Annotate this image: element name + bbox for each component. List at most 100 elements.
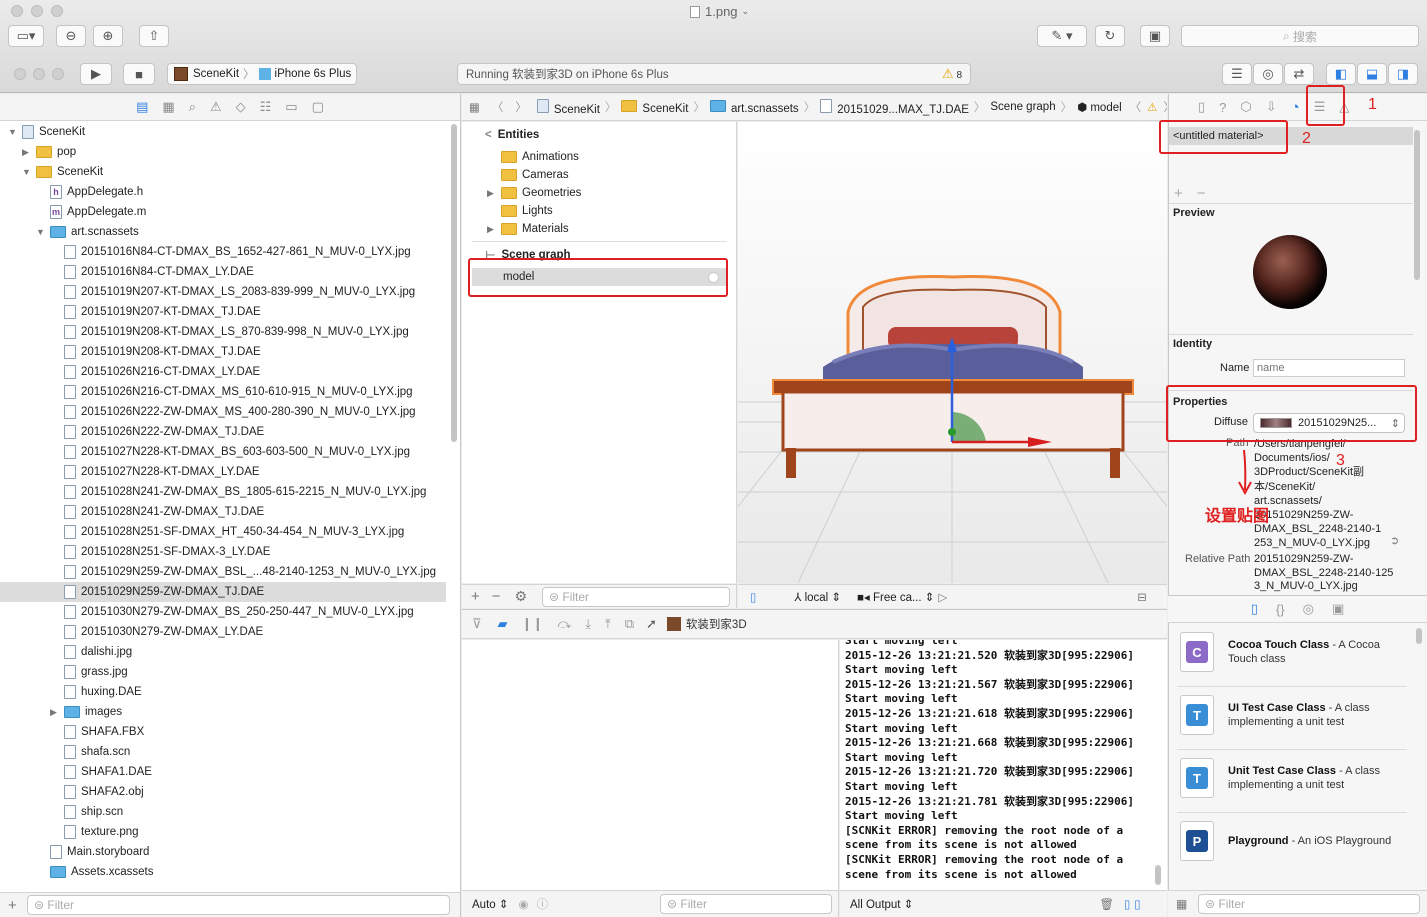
- scene-viewport[interactable]: [738, 122, 1167, 583]
- zoom-out-button[interactable]: ⊖: [56, 25, 86, 47]
- version-editor-button[interactable]: ⇄: [1284, 63, 1314, 85]
- assistant-editor-button[interactable]: ◎: [1253, 63, 1283, 85]
- info-icon[interactable]: ⓘ: [537, 896, 549, 912]
- toggle-utilities-button[interactable]: ◨: [1388, 63, 1418, 85]
- navigator-file[interactable]: ▼ SceneKit: [0, 122, 446, 142]
- find-tab-icon[interactable]: ⌕: [189, 99, 196, 115]
- navigator-file[interactable]: 20151028N251-SF-DMAX-3_LY.DAE: [0, 542, 446, 562]
- navigator-folder[interactable]: ▼ SceneKit: [0, 162, 446, 182]
- add-icon[interactable]: +: [8, 897, 17, 914]
- eye-icon[interactable]: ◉: [519, 897, 529, 911]
- zoom-in-button[interactable]: ⊕: [93, 25, 123, 47]
- breadcrumb-scene-graph[interactable]: Scene graph: [990, 101, 1055, 113]
- navigator-file[interactable]: m AppDelegate.m: [0, 202, 446, 222]
- navigator-file[interactable]: 20151028N251-SF-DMAX_HT_450-34-454_N_MUV…: [0, 522, 446, 542]
- disclosure-icon[interactable]: ▶: [22, 147, 32, 158]
- library-scrollbar[interactable]: [1416, 628, 1422, 644]
- help-inspector-icon[interactable]: ?: [1219, 100, 1226, 115]
- object-library-icon[interactable]: ◎: [1303, 601, 1314, 617]
- step-out-icon[interactable]: ⤒: [605, 616, 611, 632]
- variables-scope-select[interactable]: Auto ⇕: [472, 897, 509, 911]
- prev-issue-icon[interactable]: 〈: [1130, 99, 1142, 115]
- rotate-button[interactable]: ↻: [1095, 25, 1125, 47]
- test-tab-icon[interactable]: ◇: [236, 99, 246, 115]
- share-button[interactable]: ⇧: [139, 25, 169, 47]
- collapse-icon[interactable]: ⊟: [1137, 590, 1147, 604]
- code-snippet-icon[interactable]: {}: [1276, 602, 1285, 617]
- navigator-folder[interactable]: ▶ images: [0, 702, 446, 722]
- breadcrumb-group[interactable]: SceneKit: [621, 99, 688, 115]
- xcode-zoom-button[interactable]: [52, 68, 64, 80]
- navigator-file[interactable]: h AppDelegate.h: [0, 182, 446, 202]
- trash-icon[interactable]: 🗑: [1099, 897, 1114, 911]
- navigator-file[interactable]: 20151029N259-ZW-DMAX_BSL_...48-2140-1253…: [0, 562, 446, 582]
- sidebar-toggle-button[interactable]: ▭▾: [8, 25, 44, 47]
- navigator-file[interactable]: huxing.DAE: [0, 682, 446, 702]
- breadcrumb-node[interactable]: ⬢ model: [1077, 100, 1122, 114]
- library-template-item[interactable]: P Playground - An iOS Playground: [1180, 821, 1412, 861]
- location-icon[interactable]: ➚: [646, 616, 657, 632]
- disclosure-icon[interactable]: ▶: [487, 188, 497, 199]
- navigator-file[interactable]: 20151028N241-ZW-DMAX_BS_1805-615-2215_N_…: [0, 482, 446, 502]
- material-name-field[interactable]: [1253, 359, 1405, 377]
- breadcrumb-project[interactable]: SceneKit: [536, 98, 600, 116]
- file-template-icon[interactable]: ▯: [1251, 601, 1258, 617]
- navigator-file[interactable]: 20151016N84-CT-DMAX_LY.DAE: [0, 262, 446, 282]
- remove-icon[interactable]: −: [492, 588, 501, 605]
- step-in-icon[interactable]: ⤓: [585, 616, 591, 632]
- close-window-button[interactable]: [11, 5, 23, 17]
- remove-icon[interactable]: −: [1197, 185, 1206, 202]
- view-debug-icon[interactable]: ⧉: [625, 616, 634, 632]
- navigator-file[interactable]: dalishi.jpg: [0, 642, 446, 662]
- navigator-file[interactable]: 20151026N216-CT-DMAX_MS_610-610-915_N_MU…: [0, 382, 446, 402]
- play-icon[interactable]: ▷: [938, 590, 947, 604]
- navigator-filter[interactable]: ⊜ Filter: [27, 895, 450, 915]
- issue-tab-icon[interactable]: ⚠: [210, 99, 222, 115]
- navigator-file[interactable]: 20151026N222-ZW-DMAX_TJ.DAE: [0, 422, 446, 442]
- navigator-file[interactable]: grass.jpg: [0, 662, 446, 682]
- add-icon[interactable]: +: [471, 588, 480, 605]
- outline-filter[interactable]: ⊜ Filter: [542, 587, 730, 607]
- variables-filter[interactable]: ⊜ Filter: [660, 894, 832, 914]
- navigator-file[interactable]: ship.scn: [0, 802, 446, 822]
- library-template-item[interactable]: C Cocoa Touch Class - A Cocoa Touch class: [1180, 632, 1412, 672]
- navigator-file[interactable]: 20151016N84-CT-DMAX_BS_1652-427-861_N_MU…: [0, 242, 446, 262]
- navigator-file[interactable]: 20151028N241-ZW-DMAX_TJ.DAE: [0, 502, 446, 522]
- xcode-minimize-button[interactable]: [33, 68, 45, 80]
- navigator-file[interactable]: 20151019N208-KT-DMAX_LS_870-839-998_N_MU…: [0, 322, 446, 342]
- z-axis-handle[interactable]: [948, 428, 956, 436]
- toggle-navigator-button[interactable]: ◧: [1326, 63, 1356, 85]
- navigator-scrollbar[interactable]: [451, 124, 457, 442]
- navigator-file[interactable]: 20151019N208-KT-DMAX_TJ.DAE: [0, 342, 446, 362]
- console-view[interactable]: Start moving left 2015-12-26 13:21:21.520…: [840, 640, 1167, 890]
- disclosure-icon[interactable]: ▼: [8, 127, 18, 137]
- coordinate-space-select[interactable]: ⅄ local ⇕: [794, 590, 841, 604]
- inspector-scrollbar[interactable]: [1414, 130, 1420, 280]
- breadcrumb-assets[interactable]: art.scnassets: [709, 99, 799, 115]
- folder-tab-icon[interactable]: ▤: [136, 99, 148, 115]
- media-library-icon[interactable]: ▣: [1332, 601, 1344, 617]
- navigator-file[interactable]: 20151030N279-ZW-DMAX_LY.DAE: [0, 622, 446, 642]
- material-inspector-icon[interactable]: ◔: [1291, 99, 1300, 116]
- hide-debug-icon[interactable]: ⊽: [472, 616, 482, 632]
- entity-geometries[interactable]: ▶ Geometries: [487, 184, 581, 202]
- attributes-inspector-icon[interactable]: ⇩: [1266, 99, 1277, 115]
- pause-icon[interactable]: ❙❙: [522, 616, 544, 632]
- library-filter[interactable]: ⊜ Filter: [1198, 894, 1420, 914]
- navigator-file[interactable]: texture.png: [0, 822, 446, 842]
- navigator-folder[interactable]: Assets.xcassets: [0, 862, 446, 882]
- step-over-icon[interactable]: ⤼: [557, 616, 571, 632]
- zoom-window-button[interactable]: [51, 5, 63, 17]
- debug-tab-icon[interactable]: ☷: [260, 99, 272, 115]
- navigator-file[interactable]: 20151026N216-CT-DMAX_LY.DAE: [0, 362, 446, 382]
- warning-count[interactable]: ⚠ 8: [942, 66, 962, 82]
- navigator-file[interactable]: Main.storyboard: [0, 842, 446, 862]
- node-inspector-icon[interactable]: ⬡: [1240, 99, 1251, 115]
- next-issue-icon[interactable]: 〉: [1163, 99, 1167, 115]
- navigator-file[interactable]: 20151027N228-KT-DMAX_BS_603-603-500_N_MU…: [0, 442, 446, 462]
- gear-icon[interactable]: ⚙: [515, 588, 528, 605]
- scheme-selector[interactable]: SceneKit 〉 iPhone 6s Plus: [167, 63, 357, 85]
- navigator-file[interactable]: 20151030N279-ZW-DMAX_BS_250-250-447_N_MU…: [0, 602, 446, 622]
- grid-view-icon[interactable]: ▦: [1176, 897, 1187, 911]
- related-items-icon[interactable]: ▦: [469, 100, 480, 114]
